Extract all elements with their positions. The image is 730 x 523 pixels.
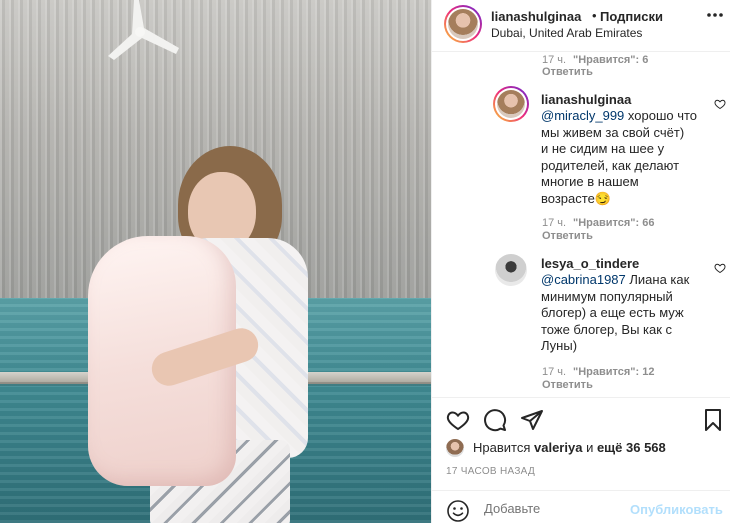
comment-line: родителей, как делают xyxy=(541,157,680,173)
comment-line: мы живем за свой счёт) xyxy=(541,124,685,140)
comment-line: тоже блогер, Вы как с xyxy=(541,321,673,337)
comment-line: многие в нашем xyxy=(541,174,639,189)
comment-line: возрасте😏 xyxy=(541,190,611,206)
comment-line: блогер) а еще есть муж xyxy=(541,305,684,320)
following-button[interactable]: Подписки xyxy=(600,9,663,24)
comment-line: Лиана как xyxy=(629,272,690,287)
reply-button[interactable]: Ответить xyxy=(542,230,593,242)
bookmark-save-icon[interactable] xyxy=(701,408,725,432)
publish-button[interactable]: Опубликовать xyxy=(630,502,723,517)
commenter-username[interactable]: lesya_o_tindere xyxy=(541,256,639,271)
likes-prefix: Нравится xyxy=(473,440,531,455)
likes-text: Нравится valeriya и ещё 36 568 xyxy=(473,440,666,455)
share-direct-icon[interactable] xyxy=(520,408,544,432)
author-username[interactable]: lianashulginaa xyxy=(491,9,581,24)
comment-bubble-icon[interactable] xyxy=(483,408,507,432)
reply-button[interactable]: Ответить xyxy=(542,379,593,391)
post-location[interactable]: Dubai, United Arab Emirates xyxy=(491,26,642,40)
emoji-smiley-icon[interactable] xyxy=(446,499,470,523)
likes-count[interactable]: ещё 36 568 xyxy=(597,440,666,455)
commenter-avatar[interactable] xyxy=(495,254,527,286)
comment-like-heart-icon[interactable] xyxy=(714,262,726,274)
add-comment-bar: Опубликовать xyxy=(432,490,730,523)
liker-avatar[interactable] xyxy=(446,439,464,457)
comment-line: Луны) xyxy=(541,338,578,353)
diver-statue xyxy=(108,0,179,60)
post-timestamp[interactable]: 17 ЧАСОВ НАЗАД xyxy=(446,466,535,477)
likes-conjunction: и xyxy=(586,440,594,455)
comment-text: @miracly_999 хорошо что мы живем за свой… xyxy=(541,108,730,207)
likes-summary[interactable]: Нравится valeriya и ещё 36 568 xyxy=(446,439,726,459)
comment-time: 17 ч. xyxy=(542,217,567,229)
comments-list[interactable]: 17 ч. "Нравится": 6 Ответить lianashulgi… xyxy=(432,52,730,397)
author-avatar[interactable] xyxy=(444,5,482,43)
comment-line: минимум популярный xyxy=(541,288,673,304)
comment-input[interactable] xyxy=(484,501,654,516)
mention-link[interactable]: @miracly_999 xyxy=(541,108,624,123)
commenter-username[interactable]: lianashulginaa xyxy=(541,92,631,107)
comment-line: и не сидим на шее у xyxy=(541,141,665,156)
commenter-avatar[interactable] xyxy=(493,86,529,122)
post-header: lianashulginaa • Подписки Dubai, United … xyxy=(432,0,730,52)
comment-likes[interactable]: "Нравится": 12 xyxy=(573,366,654,378)
comment-line: хорошо что xyxy=(627,108,698,123)
post-actions-bar xyxy=(432,397,730,437)
comment-likes[interactable]: "Нравится": 6 xyxy=(573,54,648,66)
header-separator: • xyxy=(592,8,597,23)
post-details-panel: lianashulginaa • Подписки Dubai, United … xyxy=(431,0,730,523)
comment-time: 17 ч. xyxy=(542,366,567,378)
more-horizontal-icon[interactable] xyxy=(706,12,724,18)
post-photo[interactable] xyxy=(0,0,431,523)
comment-likes[interactable]: "Нравится": 66 xyxy=(573,217,654,229)
comment-text: @cabrina1987 Лиана как минимум популярны… xyxy=(541,272,730,355)
liker-username[interactable]: valeriya xyxy=(534,440,582,455)
mention-link[interactable]: @cabrina1987 xyxy=(541,272,626,287)
reply-button[interactable]: Ответить xyxy=(542,66,593,78)
comment-time: 17 ч. xyxy=(542,54,567,66)
like-heart-icon[interactable] xyxy=(446,408,470,432)
comment-like-heart-icon[interactable] xyxy=(714,98,726,110)
